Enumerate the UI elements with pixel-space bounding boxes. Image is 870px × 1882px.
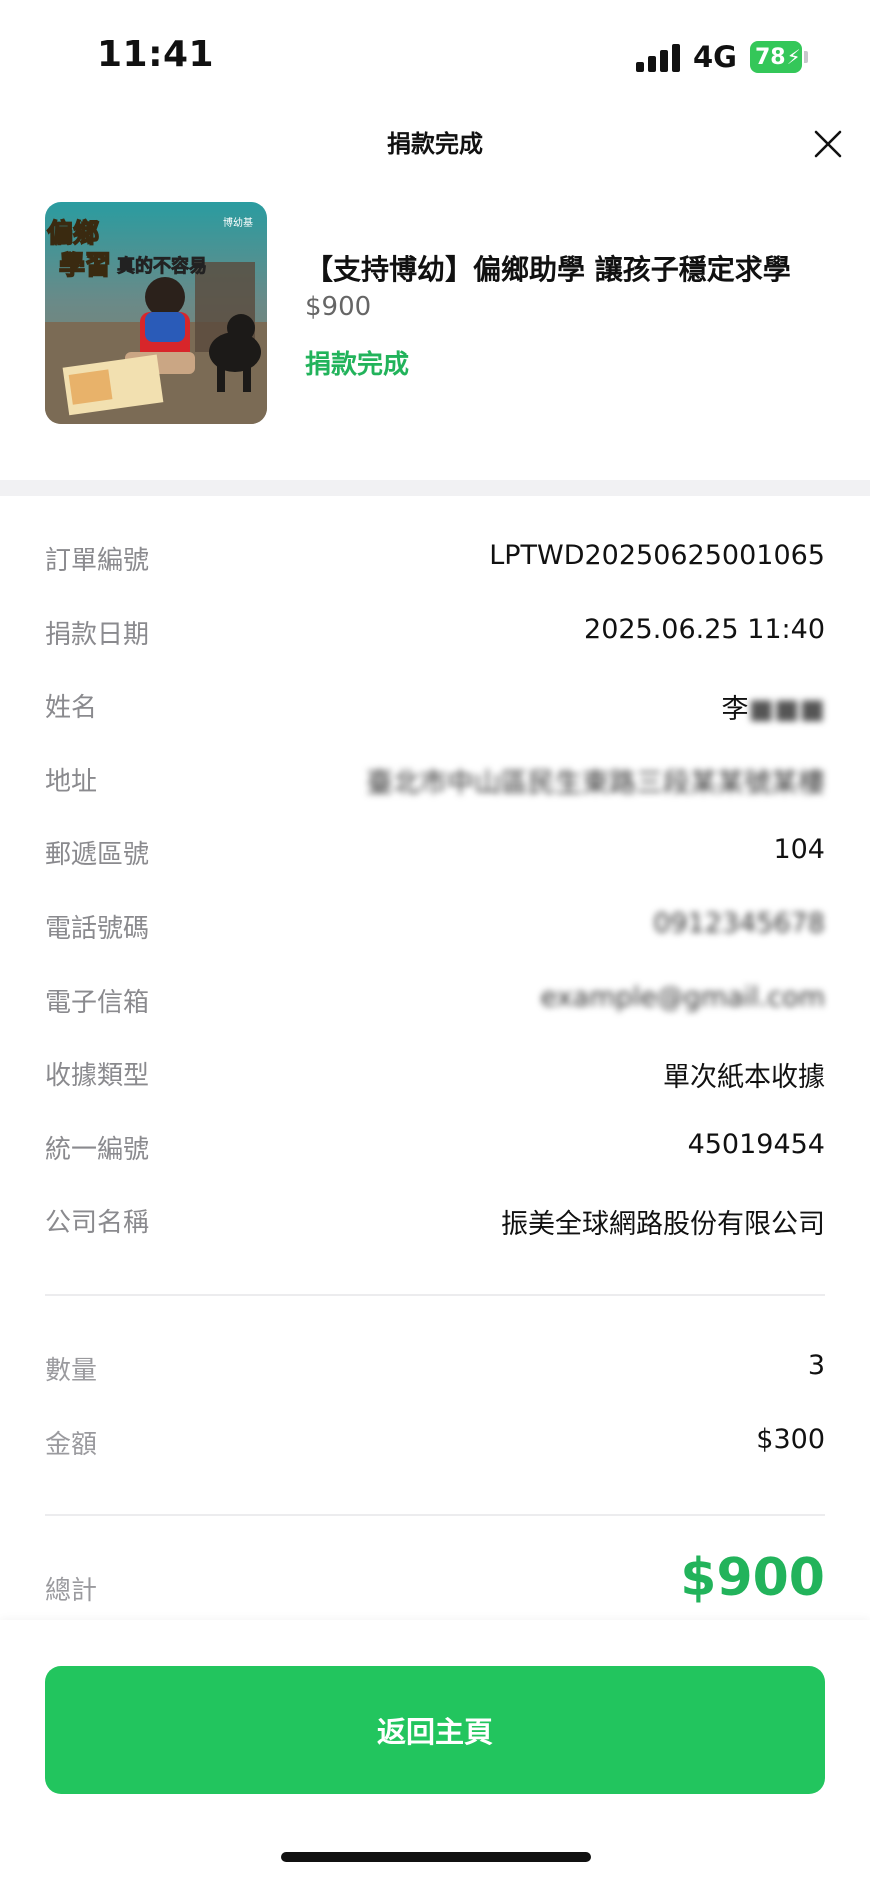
quantity-row: 數量 3 xyxy=(45,1350,825,1390)
receipt-type: 單次紙本收據 xyxy=(663,1062,825,1094)
detail-row-company: 公司名稱 振美全球網路股份有限公司 xyxy=(45,1202,825,1276)
detail-label: 收據類型 xyxy=(45,1061,150,1092)
detail-label: 公司名稱 xyxy=(45,1208,150,1239)
donor-given-name-redacted: ■■■ xyxy=(748,694,825,726)
order-number: LPTWD20250625001065 xyxy=(489,540,825,571)
detail-label: 統一編號 xyxy=(45,1134,150,1165)
donation-date: 2025.06.25 11:40 xyxy=(584,613,825,645)
home-indicator xyxy=(281,1852,591,1862)
detail-label: 郵遞區號 xyxy=(45,840,150,871)
close-icon xyxy=(814,130,842,158)
product-price: $900 xyxy=(305,292,372,322)
tax-id: 45019454 xyxy=(687,1128,825,1160)
detail-label: 捐款日期 xyxy=(45,619,150,650)
detail-row-postal-code: 郵遞區號 104 xyxy=(45,834,825,908)
order-details: 訂單編號 LPTWD20250625001065 捐款日期 2025.06.25… xyxy=(45,540,825,1276)
thumbnail-caption-1: 偏鄉 xyxy=(47,218,99,249)
amount-value: $300 xyxy=(756,1424,825,1455)
detail-row-email: 電子信箱 example@gmail.com xyxy=(45,982,825,1056)
product-title: 【支持博幼】偏鄉助學 讓孩子穩定求學 xyxy=(305,253,791,286)
total-row: 總計 $900 xyxy=(45,1548,825,1618)
detail-row-address: 地址 臺北市中山區民生東路三段某某號某樓 xyxy=(45,761,825,835)
total-label: 總計 xyxy=(45,1576,98,1606)
back-to-home-button[interactable]: 返回主頁 xyxy=(45,1666,825,1794)
amount-label: 金額 xyxy=(45,1430,98,1460)
close-button[interactable] xyxy=(810,126,846,162)
amount-row: 金額 $300 xyxy=(45,1424,825,1464)
detail-row-name: 姓名 李■■■ xyxy=(45,687,825,761)
company-name: 振美全球網路股份有限公司 xyxy=(501,1209,825,1241)
thumbnail-caption-2: 學習 xyxy=(59,251,111,281)
campaign-thumbnail: 偏鄉 學習 真的不容易 博幼基 xyxy=(45,202,267,424)
donor-address-redacted: 臺北市中山區民生東路三段某某號某樓 xyxy=(366,767,825,799)
postal-code: 104 xyxy=(773,834,825,866)
email-redacted: example@gmail.com xyxy=(540,981,825,1013)
quantity-value: 3 xyxy=(807,1350,825,1381)
detail-row-order-number: 訂單編號 LPTWD20250625001065 xyxy=(45,540,825,614)
signal-icon xyxy=(636,44,680,72)
network-type: 4G xyxy=(693,40,737,74)
divider xyxy=(45,1294,825,1296)
battery-cap xyxy=(804,51,808,63)
detail-label: 電子信箱 xyxy=(45,987,150,1018)
status-time: 11:41 xyxy=(97,34,215,75)
battery-level: 78 xyxy=(755,44,786,70)
donation-complete-screen: 11:41 4G 78 ⚡ 捐款完成 偏鄉 學習 真的不容易 博幼基 【支持博幼… xyxy=(0,0,870,1882)
status-bar: 11:41 4G 78 ⚡ xyxy=(0,0,870,110)
detail-row-tax-id: 統一編號 45019454 xyxy=(45,1129,825,1203)
thumbnail-brand: 博幼基 xyxy=(223,216,253,229)
divider xyxy=(45,1514,825,1516)
total-value: $900 xyxy=(680,1548,825,1608)
donor-name: 李■■■ xyxy=(721,687,825,726)
detail-label: 訂單編號 xyxy=(45,546,150,576)
detail-label: 電話號碼 xyxy=(45,913,150,944)
detail-row-receipt-type: 收據類型 單次紙本收據 xyxy=(45,1055,825,1129)
phone-redacted: 0912345678 xyxy=(653,907,825,939)
section-divider xyxy=(0,480,870,496)
page-title: 捐款完成 xyxy=(387,130,483,158)
detail-label: 地址 xyxy=(45,766,98,797)
detail-row-date: 捐款日期 2025.06.25 11:40 xyxy=(45,614,825,688)
donor-surname: 李 xyxy=(721,694,749,726)
quantity-label: 數量 xyxy=(45,1356,98,1386)
detail-row-phone: 電話號碼 0912345678 xyxy=(45,908,825,982)
detail-label: 姓名 xyxy=(45,693,98,724)
battery-icon: 78 ⚡ xyxy=(750,41,802,73)
donation-status: 捐款完成 xyxy=(305,350,410,380)
thumbnail-caption-3: 真的不容易 xyxy=(117,255,207,277)
